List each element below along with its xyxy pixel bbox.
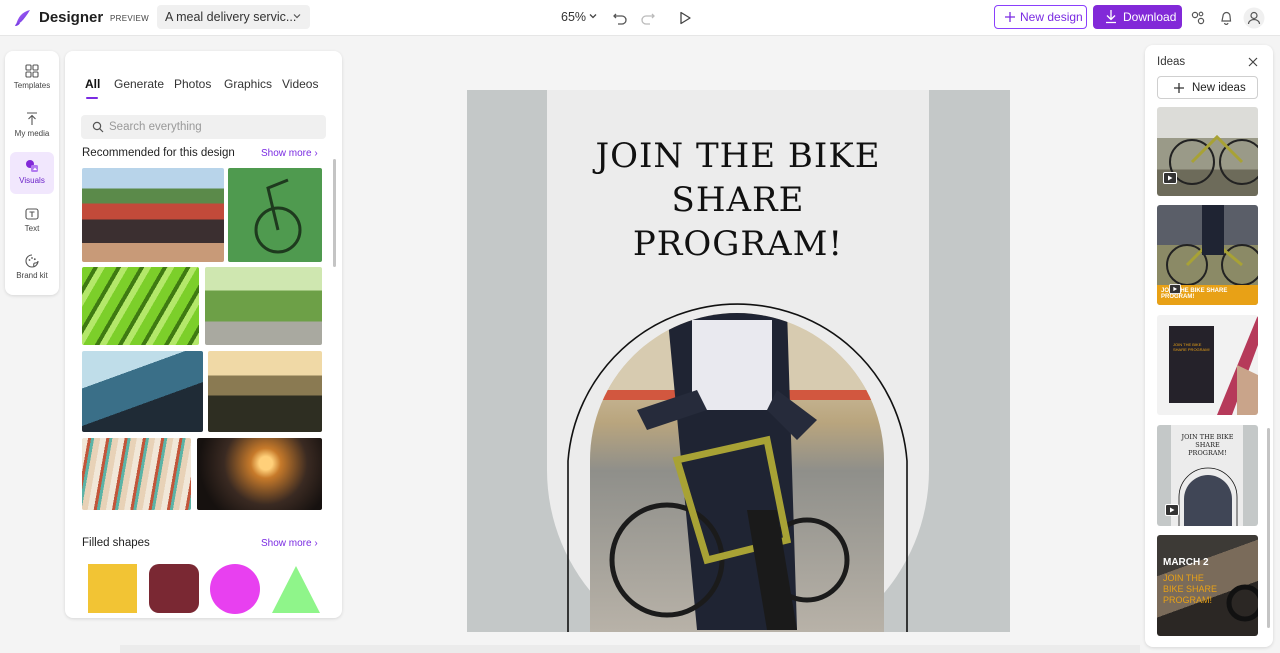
tab-photos[interactable]: Photos bbox=[174, 77, 211, 91]
ideas-panel: Ideas New ideas JOIN THE BIKE SHARE PROG… bbox=[1145, 45, 1273, 647]
rail-label: Visuals bbox=[19, 176, 45, 185]
video-icon bbox=[1165, 504, 1179, 516]
download-icon bbox=[1106, 10, 1116, 24]
new-ideas-button[interactable]: New ideas bbox=[1157, 76, 1258, 99]
search-icon bbox=[92, 121, 104, 133]
tab-graphics[interactable]: Graphics bbox=[224, 77, 272, 91]
zoom-chevron-icon[interactable] bbox=[588, 11, 598, 21]
photo-thumbnail[interactable] bbox=[228, 168, 322, 262]
designer-logo-icon[interactable] bbox=[12, 7, 34, 29]
arch-artwork bbox=[547, 303, 929, 632]
idea-dark-card: JOIN THE BIKE SHARE PROGRAM! bbox=[1169, 326, 1214, 403]
undo-icon[interactable] bbox=[611, 9, 629, 27]
scooter-graphic bbox=[1226, 584, 1258, 622]
photo-thumbnail[interactable] bbox=[82, 438, 191, 510]
filled-shapes-heading: Filled shapes bbox=[82, 537, 150, 549]
new-design-button[interactable]: New design bbox=[994, 5, 1087, 29]
download-button[interactable]: Download bbox=[1093, 5, 1182, 29]
square-shape[interactable] bbox=[88, 564, 137, 613]
app-name: Designer bbox=[39, 9, 104, 26]
plus-icon bbox=[1005, 12, 1015, 22]
tab-videos[interactable]: Videos bbox=[282, 77, 318, 91]
idea-card[interactable]: MARCH 2 JOIN THE BIKE SHARE PROGRAM! bbox=[1157, 535, 1258, 636]
play-icon[interactable] bbox=[676, 9, 694, 27]
rail-item-templates[interactable]: Templates bbox=[10, 57, 54, 99]
ideas-title: Ideas bbox=[1157, 56, 1186, 68]
rail-label: My media bbox=[14, 129, 50, 138]
templates-icon bbox=[25, 64, 39, 78]
idea-caption-line: SHARE PROGRAM! bbox=[1173, 347, 1210, 352]
idea-card[interactable]: JOIN THE BIKE SHARE PROGRAM! bbox=[1157, 205, 1258, 305]
recommended-show-more-link[interactable]: Show more › bbox=[261, 148, 318, 159]
search-input[interactable] bbox=[81, 115, 326, 139]
rail-item-text[interactable]: Text bbox=[10, 200, 54, 242]
tab-generate[interactable]: Generate bbox=[114, 77, 164, 91]
new-ideas-label: New ideas bbox=[1192, 82, 1246, 94]
photo-thumbnail[interactable] bbox=[82, 267, 199, 345]
idea-card[interactable]: JOIN THE BIKE SHARE PROGRAM! bbox=[1157, 315, 1258, 415]
rail-label: Text bbox=[24, 224, 40, 233]
redo-icon[interactable] bbox=[639, 9, 657, 27]
left-rail: Templates My media Visuals Text Brand ki… bbox=[5, 51, 59, 295]
chevron-down-icon bbox=[293, 14, 301, 19]
idea-card[interactable]: JOIN THE BIKE SHARE PROGRAM! bbox=[1157, 425, 1258, 526]
bike-graphic bbox=[254, 178, 302, 254]
new-design-label: New design bbox=[1020, 10, 1083, 24]
photo-thumbnail[interactable] bbox=[197, 438, 322, 510]
text-icon bbox=[25, 208, 39, 220]
rounded-square-shape[interactable] bbox=[149, 564, 199, 613]
video-icon bbox=[1169, 284, 1181, 294]
bottom-strip bbox=[120, 645, 1140, 653]
photo-thumbnail[interactable] bbox=[82, 351, 203, 432]
photo-thumbnail[interactable] bbox=[208, 351, 322, 432]
panel-scrollbar[interactable] bbox=[333, 159, 336, 267]
rail-label: Templates bbox=[13, 81, 51, 90]
download-label: Download bbox=[1123, 10, 1177, 24]
ideas-scrollbar[interactable] bbox=[1267, 428, 1270, 628]
notifications-icon[interactable] bbox=[1217, 9, 1235, 27]
idea-caption-line: PROGRAM! bbox=[1161, 294, 1195, 300]
circle-shape[interactable] bbox=[210, 564, 260, 614]
account-avatar-icon[interactable] bbox=[1243, 7, 1265, 29]
zoom-level[interactable]: 65% bbox=[561, 10, 586, 24]
rail-label: Brand kit bbox=[16, 271, 48, 280]
show-more-label: Show more bbox=[261, 538, 312, 549]
recommended-heading: Recommended for this design bbox=[82, 147, 235, 159]
idea-card[interactable] bbox=[1157, 107, 1258, 196]
tab-all[interactable]: All bbox=[85, 77, 100, 91]
rail-item-visuals[interactable]: Visuals bbox=[10, 152, 54, 194]
visuals-panel: All Generate Photos Graphics Videos Reco… bbox=[65, 51, 342, 618]
show-more-label: Show more bbox=[261, 148, 312, 159]
brand-kit-icon bbox=[25, 254, 39, 268]
shapes-show-more-link[interactable]: Show more › bbox=[261, 538, 318, 549]
close-icon[interactable] bbox=[1247, 56, 1259, 68]
rail-item-my-media[interactable]: My media bbox=[10, 105, 54, 147]
plus-icon bbox=[1174, 83, 1184, 93]
upload-icon bbox=[27, 112, 37, 125]
design-canvas[interactable]: JOIN THE BIKE SHARE PROGRAM! bbox=[467, 90, 1010, 632]
document-title-dropdown[interactable]: A meal delivery servic... bbox=[157, 5, 310, 29]
photo-thumbnail[interactable] bbox=[82, 168, 224, 262]
triangle-shape[interactable] bbox=[271, 564, 321, 614]
photo-thumbnail[interactable] bbox=[205, 267, 322, 345]
active-tab-indicator bbox=[86, 97, 98, 99]
visuals-icon bbox=[26, 160, 38, 172]
document-title: A meal delivery servic... bbox=[165, 10, 297, 24]
video-icon bbox=[1163, 172, 1177, 184]
share-icon[interactable] bbox=[1189, 9, 1207, 27]
preview-badge: PREVIEW bbox=[110, 14, 149, 23]
rail-item-brand-kit[interactable]: Brand kit bbox=[10, 247, 54, 289]
top-bar: Designer PREVIEW A meal delivery servic.… bbox=[0, 0, 1280, 36]
